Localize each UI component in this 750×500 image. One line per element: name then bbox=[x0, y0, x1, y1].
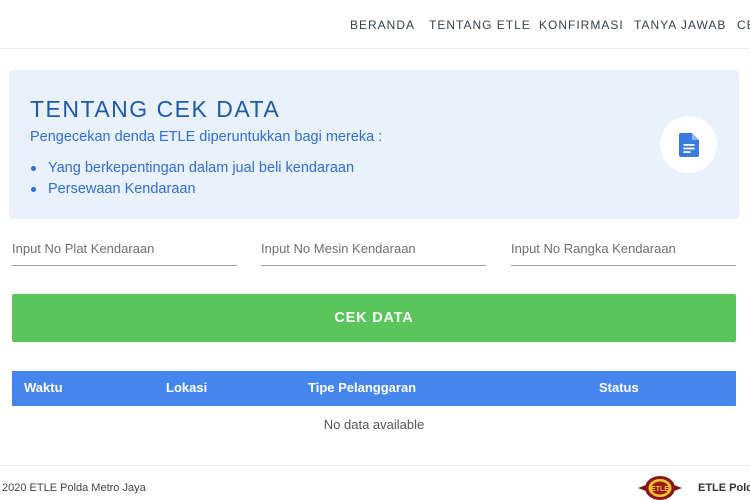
logo-text: ETLE bbox=[651, 486, 669, 493]
list-item: Yang berkepentingan dalam jual beli kend… bbox=[30, 158, 354, 179]
cek-data-button[interactable]: CEK DATA bbox=[12, 294, 736, 342]
nav-item-beranda[interactable]: BERANDA bbox=[350, 18, 415, 32]
list-item: Persewaan Kendaraan bbox=[30, 179, 354, 200]
engine-number-input[interactable] bbox=[261, 232, 486, 266]
table-empty-message: No data available bbox=[323, 417, 425, 432]
footer: 2020 ETLE Polda Metro Jaya ETLE ETLE Pol… bbox=[0, 465, 750, 500]
table-header: Waktu Lokasi Tipe Pelanggaran Status bbox=[12, 371, 736, 406]
info-card: TENTANG CEK DATA Pengecekan denda ETLE d… bbox=[9, 70, 739, 219]
nav-item-konfirmasi[interactable]: KONFIRMASI bbox=[539, 18, 624, 32]
copyright-text: 2020 ETLE Polda Metro Jaya bbox=[2, 482, 146, 494]
nav-item-tentang-etle[interactable]: TENTANG ETLE bbox=[429, 18, 531, 32]
top-navbar: BERANDA TENTANG ETLE KONFIRMASI TANYA JA… bbox=[0, 0, 750, 49]
footer-brand: ETLE Polda bbox=[698, 482, 750, 494]
chassis-number-input[interactable] bbox=[511, 232, 736, 266]
card-list: Yang berkepentingan dalam jual beli kend… bbox=[30, 158, 354, 200]
plat-number-input[interactable] bbox=[12, 232, 237, 266]
column-header-tipe-pelanggaran[interactable]: Tipe Pelanggaran bbox=[308, 380, 416, 395]
nav-item-cek-data[interactable]: CE bbox=[737, 18, 750, 32]
column-header-status[interactable]: Status bbox=[599, 380, 639, 395]
card-description: Pengecekan denda ETLE diperuntukkan bagi… bbox=[30, 129, 383, 145]
card-title: TENTANG CEK DATA bbox=[30, 96, 281, 122]
document-icon-badge bbox=[660, 116, 717, 173]
etle-logo-icon: ETLE bbox=[638, 476, 682, 500]
column-header-lokasi[interactable]: Lokasi bbox=[166, 380, 207, 395]
column-header-waktu[interactable]: Waktu bbox=[24, 380, 63, 395]
nav-item-tanya-jawab[interactable]: TANYA JAWAB bbox=[634, 18, 726, 32]
document-icon bbox=[678, 132, 699, 157]
